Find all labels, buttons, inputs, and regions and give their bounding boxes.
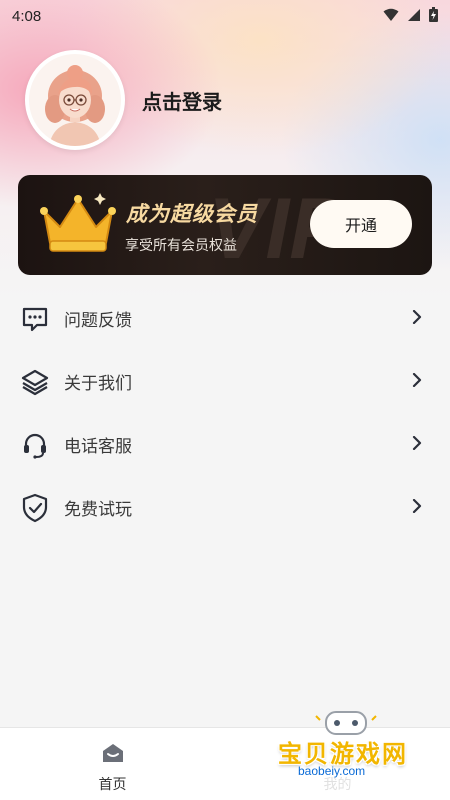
menu-item-label: 免费试玩 xyxy=(64,500,132,520)
chevron-right-icon xyxy=(412,435,422,454)
menu-item-free-trial[interactable]: 免费试玩 xyxy=(0,476,450,539)
vip-subtitle: 享受所有会员权益 xyxy=(125,238,237,254)
battery-charging-icon xyxy=(429,6,438,26)
menu-item-label: 问题反馈 xyxy=(64,311,132,331)
chevron-right-icon xyxy=(412,309,422,328)
menu-item-feedback[interactable]: 问题反馈 xyxy=(0,287,450,350)
site-watermark: 宝贝游戏网 baobeiy.com xyxy=(276,706,426,796)
login-prompt[interactable]: 点击登录 xyxy=(142,86,222,115)
menu-item-about[interactable]: 关于我们 xyxy=(0,350,450,413)
status-time: 4:08 xyxy=(12,7,42,25)
tab-home-label: 首页 xyxy=(98,777,127,793)
avatar[interactable] xyxy=(25,50,125,150)
chevron-right-icon xyxy=(412,498,422,517)
chat-bubble-icon xyxy=(20,304,50,334)
wifi-icon xyxy=(383,7,399,26)
headset-icon xyxy=(20,430,50,460)
watermark-site-url: baobeiy.com xyxy=(298,764,366,778)
layers-icon xyxy=(20,367,50,397)
chevron-right-icon xyxy=(412,372,422,391)
vip-card[interactable]: VIP 成为超级会员 享受所有会员权益 开通 xyxy=(18,175,432,275)
menu-item-label: 关于我们 xyxy=(64,374,132,394)
shield-check-icon xyxy=(20,493,50,523)
menu-list: 问题反馈 关于我们 电话客服 免费试玩 xyxy=(0,287,450,539)
vip-activate-button[interactable]: 开通 xyxy=(310,200,412,248)
status-icons xyxy=(383,6,438,26)
status-bar: 4:08 xyxy=(0,0,450,32)
tab-home[interactable]: 首页 xyxy=(0,728,225,800)
vip-title: 成为超级会员 xyxy=(126,202,258,226)
crown-icon xyxy=(38,193,118,259)
signal-icon xyxy=(407,7,421,26)
menu-item-phone-support[interactable]: 电话客服 xyxy=(0,413,450,476)
home-icon xyxy=(101,742,125,768)
menu-item-label: 电话客服 xyxy=(64,437,132,457)
